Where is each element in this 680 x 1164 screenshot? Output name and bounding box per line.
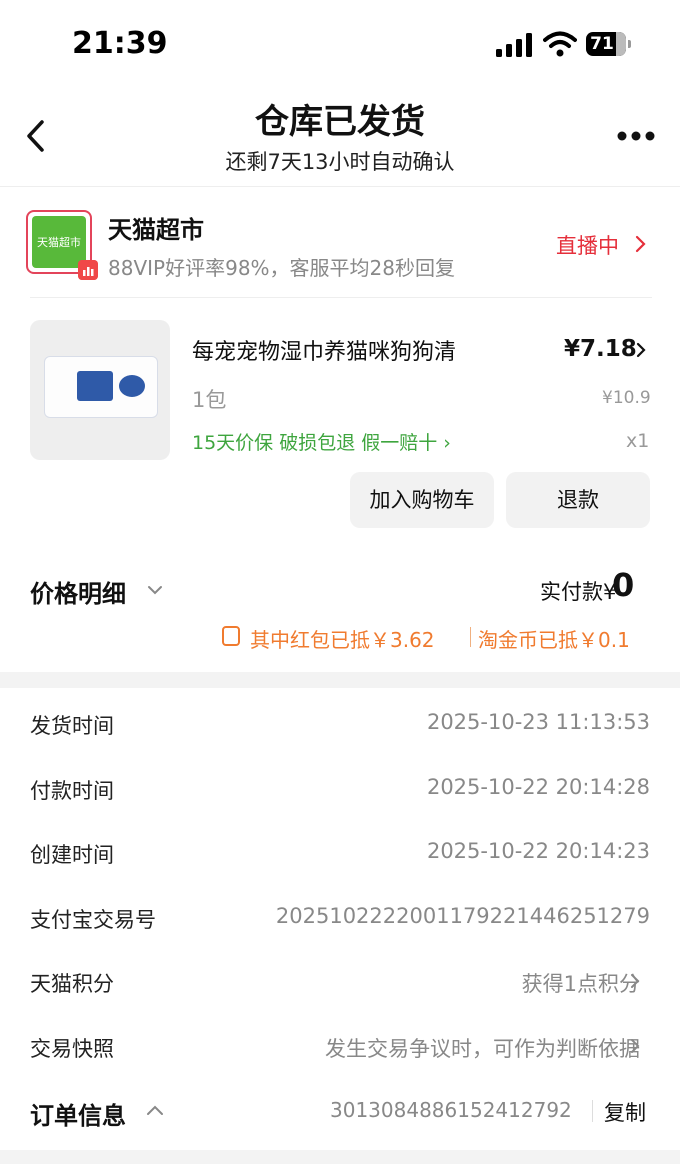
wipes-pack-picture [44, 356, 158, 418]
battery-level: 71 [590, 34, 614, 54]
more-options-icon[interactable] [616, 130, 656, 142]
shop-name[interactable]: 天猫超市 [108, 210, 204, 245]
chevron-up-icon[interactable] [146, 1104, 164, 1116]
taojinbi-discount: 淘金币已抵￥0.1 [478, 628, 630, 652]
info-row-label: 付款时间 [30, 779, 114, 803]
live-streaming-link[interactable]: 直播中 [556, 230, 619, 260]
chevron-down-icon[interactable] [147, 584, 163, 596]
info-row-value: 2025-10-22 20:14:23 [426, 839, 650, 863]
shop-logo[interactable]: 天猫超市 [26, 210, 98, 280]
product-image[interactable] [30, 320, 170, 460]
order-number: 3013084886152412792 [330, 1098, 572, 1122]
battery-icon: 71 [586, 32, 632, 56]
info-row-label: 支付宝交易号 [30, 908, 156, 932]
info-row-value[interactable]: 发生交易争议时，可作为判断依据 [325, 1033, 640, 1063]
copy-button[interactable]: 复制 [604, 1097, 646, 1127]
coupon-icon [222, 626, 240, 646]
cellular-signal-icon [496, 33, 532, 57]
product-price[interactable]: ¥7.18 [564, 336, 637, 362]
info-row-value: 2025-10-22 20:14:28 [426, 775, 650, 799]
refund-button[interactable]: 退款 [506, 472, 650, 528]
info-row-value: 2025102222001179221446251279 [275, 904, 650, 928]
order-info-toggle[interactable]: 订单信息 [30, 1096, 126, 1131]
info-row-label: 发货时间 [30, 714, 114, 738]
price-detail-toggle[interactable]: 价格明细 [30, 574, 126, 609]
promo-divider [470, 627, 471, 647]
copy-divider [592, 1100, 593, 1122]
add-to-cart-button[interactable]: 加入购物车 [350, 472, 494, 528]
chevron-right-icon[interactable] [630, 1038, 640, 1054]
bottom-gap [0, 1150, 680, 1164]
shop-divider [30, 297, 652, 298]
shop-logo-text: 天猫超市 [37, 236, 81, 249]
shop-rating-desc: 88VIP好评率98%，客服平均28秒回复 [108, 256, 455, 280]
status-time: 21:39 [72, 26, 168, 61]
info-row-label: 创建时间 [30, 843, 114, 867]
amount-paid-label: 实付款¥ [540, 580, 617, 604]
product-name[interactable]: 每宠宠物湿巾养猫咪狗狗清 [192, 334, 456, 366]
info-row-label: 交易快照 [30, 1037, 114, 1061]
wifi-icon [543, 31, 577, 57]
amount-paid-value: 0 [612, 566, 635, 604]
auto-confirm-countdown: 还剩7天13小时自动确认 [225, 150, 455, 174]
info-row-value[interactable]: 获得1点积分 [522, 968, 640, 998]
product-quantity: x1 [626, 430, 650, 452]
red-packet-discount: 其中红包已抵￥3.62 [250, 628, 435, 652]
chevron-right-icon[interactable] [630, 973, 640, 989]
info-row-value: 2025-10-23 11:13:53 [426, 710, 650, 734]
live-badge-icon [78, 260, 98, 280]
section-gap [0, 672, 680, 688]
product-spec: 1包 [192, 388, 227, 412]
service-guarantees[interactable]: 15天价保 破损包退 假一赔十 › [192, 428, 451, 455]
chevron-right-icon[interactable] [634, 235, 646, 253]
info-row-label: 天猫积分 [30, 972, 114, 996]
original-price: ¥10.9 [602, 388, 651, 408]
chevron-right-icon[interactable] [636, 342, 646, 358]
page-title: 仓库已发货 [255, 102, 425, 142]
header-divider [0, 186, 680, 187]
